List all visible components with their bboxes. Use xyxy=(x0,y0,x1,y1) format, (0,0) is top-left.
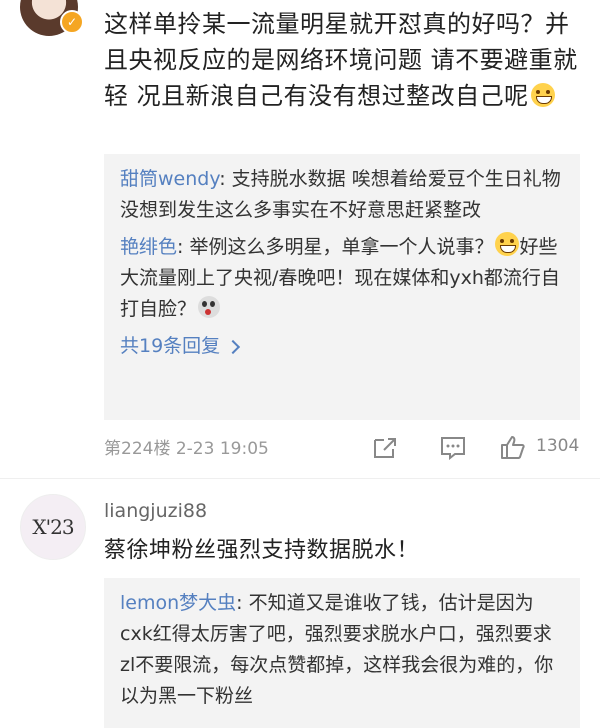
comment-text: 这样单拎某一流量明星就开怼真的好吗？并且央视反应的是网络环境问题 请不要避重就轻… xyxy=(104,10,578,110)
verified-badge-icon: ✓ xyxy=(60,10,84,34)
reply-username[interactable]: 艳绯色 xyxy=(120,236,177,258)
like-count: 1304 xyxy=(536,436,580,456)
chevron-right-icon xyxy=(226,339,241,354)
comment-text: 蔡徐坤粉丝强烈支持数据脱水！ xyxy=(104,538,420,563)
reply-item[interactable]: lemon梦大虫: 不知道又是谁收了钱，估计是因为cxk红得太厉害了吧，强烈要求… xyxy=(120,588,564,712)
reply-username[interactable]: 甜筒wendy xyxy=(120,168,219,190)
grin-emoji-icon xyxy=(530,83,555,107)
share-icon[interactable] xyxy=(372,436,398,460)
divider xyxy=(0,478,600,487)
avatar[interactable]: X'23 xyxy=(20,494,86,560)
more-replies-link[interactable]: 共19条回复 xyxy=(120,331,564,362)
thumbs-up-icon[interactable] xyxy=(500,434,526,460)
reply-box[interactable]: 甜筒wendy: 支持脱水数据 唉想着给爱豆个生日礼物没想到发生这么多事实在不好… xyxy=(104,154,580,420)
reply-username[interactable]: lemon梦大虫 xyxy=(120,592,236,614)
reply-box[interactable]: lemon梦大虫: 不知道又是谁收了钱，估计是因为cxk红得太厉害了吧，强烈要求… xyxy=(104,578,580,728)
reply-text: 举例这么多明星，单拿一个人说事？ xyxy=(189,236,494,258)
comment-icon[interactable] xyxy=(440,436,466,460)
username[interactable]: liangjuzi88 xyxy=(104,500,207,522)
reply-item[interactable]: 甜筒wendy: 支持脱水数据 唉想着给爱豆个生日礼物没想到发生这么多事实在不好… xyxy=(120,164,564,226)
floor-time: 第224楼 2-23 19:05 xyxy=(104,439,269,459)
sweat-smile-emoji-icon xyxy=(495,232,520,256)
reply-item[interactable]: 艳绯色: 举例这么多明星，单拿一个人说事？ 好些大流量刚上了央视/春晚吧！现在媒体… xyxy=(120,232,564,325)
shocked-emoji-icon xyxy=(198,296,221,318)
